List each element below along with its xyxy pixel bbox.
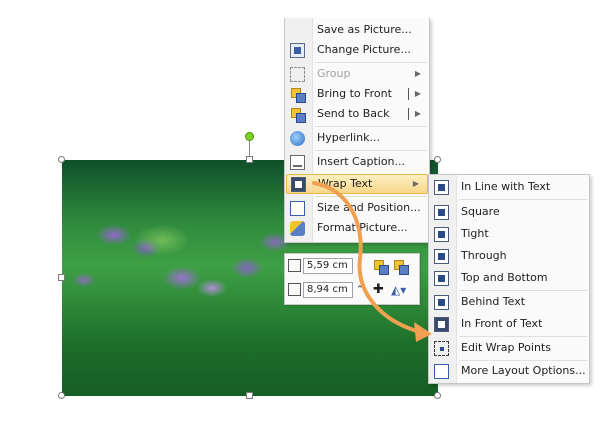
menu-item-size-and-position[interactable]: Size and Position...	[285, 198, 429, 218]
submenu-arrow-icon[interactable]: ▶	[415, 84, 421, 104]
submenu-item-behind-text[interactable]: Behind Text	[429, 292, 589, 312]
menu-item-label: In Front of Text	[461, 317, 543, 330]
layout-options-icon	[434, 364, 449, 379]
menu-item-bring-to-front[interactable]: Bring to Front ▶	[285, 84, 429, 104]
mini-toolbar: 5,59 cm ⌃ 8,94 cm ⌃ ✚ ◭▾	[284, 253, 420, 305]
submenu-item-tight[interactable]: Tight	[429, 224, 589, 244]
menu-item-change-picture[interactable]: Change Picture...	[285, 40, 429, 60]
context-menu: Save as Picture... Change Picture... Gro…	[284, 18, 430, 243]
wrap-text-submenu: In Line with Text Square Tight Through T…	[428, 174, 590, 384]
submenu-arrow-icon: ▶	[412, 179, 419, 188]
menu-item-label: Edit Wrap Points	[461, 341, 551, 354]
wrap-text-icon	[291, 177, 306, 192]
menu-item-label: Tight	[461, 227, 489, 240]
menu-separator	[459, 336, 587, 337]
caption-icon	[290, 155, 305, 170]
change-picture-icon	[290, 43, 305, 58]
menu-item-send-to-back[interactable]: Send to Back ▶	[285, 104, 429, 124]
menu-item-label: Through	[461, 249, 507, 262]
menu-item-label: Bring to Front	[317, 87, 392, 100]
height-spinner[interactable]: ⌃	[356, 258, 366, 274]
menu-item-label: Size and Position...	[317, 201, 421, 214]
shape-width-icon	[288, 283, 301, 296]
menu-separator	[315, 150, 427, 151]
menu-item-label: Behind Text	[461, 295, 526, 308]
menu-item-hyperlink[interactable]: Hyperlink...	[285, 128, 429, 148]
hyperlink-icon	[290, 131, 305, 146]
inline-wrap-icon	[434, 180, 449, 195]
menu-item-group: Group ▶	[285, 64, 429, 84]
shape-height-input[interactable]: 5,59 cm	[303, 258, 353, 274]
menu-item-label: Group	[317, 67, 351, 80]
send-backward-icon[interactable]	[393, 259, 409, 275]
submenu-item-in-line-with-text[interactable]: In Line with Text	[429, 177, 589, 197]
behind-text-icon	[434, 295, 449, 310]
menu-item-insert-caption[interactable]: Insert Caption...	[285, 152, 429, 172]
submenu-arrow-icon: ▶	[414, 69, 421, 78]
tight-wrap-icon	[434, 227, 449, 242]
menu-item-label: More Layout Options...	[461, 364, 586, 377]
group-icon	[290, 67, 305, 82]
split-divider	[408, 88, 409, 100]
in-front-of-text-icon	[434, 317, 449, 332]
top-bottom-wrap-icon	[434, 271, 449, 286]
submenu-item-in-front-of-text[interactable]: In Front of Text	[429, 314, 589, 334]
size-position-icon	[290, 201, 305, 216]
rotate-handle[interactable]	[245, 132, 254, 141]
menu-item-save-as-picture[interactable]: Save as Picture...	[285, 20, 429, 40]
format-picture-icon	[290, 221, 305, 236]
menu-item-label: Save as Picture...	[317, 23, 412, 36]
edit-wrap-points-icon	[434, 341, 449, 356]
menu-item-label: Change Picture...	[317, 43, 411, 56]
menu-separator	[315, 126, 427, 127]
menu-separator	[459, 290, 587, 291]
submenu-arrow-icon[interactable]: ▶	[415, 104, 421, 124]
bring-forward-icon[interactable]	[373, 259, 389, 275]
menu-item-label: Send to Back	[317, 107, 390, 120]
submenu-item-square[interactable]: Square	[429, 202, 589, 222]
submenu-item-edit-wrap-points[interactable]: Edit Wrap Points	[429, 338, 589, 358]
resize-handle-top-right[interactable]	[434, 156, 441, 163]
rotate-icon[interactable]: ◭▾	[391, 283, 406, 297]
menu-item-wrap-text[interactable]: Wrap Text ▶	[286, 174, 428, 194]
menu-item-format-picture[interactable]: Format Picture...	[285, 218, 429, 238]
resize-handle-bottom-right[interactable]	[434, 392, 441, 399]
resize-handle-top[interactable]	[246, 156, 253, 163]
shape-height-icon	[288, 259, 301, 272]
through-wrap-icon	[434, 249, 449, 264]
crop-icon[interactable]: ✚	[373, 283, 387, 297]
split-divider	[408, 108, 409, 120]
menu-item-label: Wrap Text	[318, 177, 373, 190]
resize-handle-bottom-left[interactable]	[58, 392, 65, 399]
menu-separator	[315, 196, 427, 197]
menu-separator	[315, 62, 427, 63]
submenu-item-top-and-bottom[interactable]: Top and Bottom	[429, 268, 589, 288]
menu-item-label: Format Picture...	[317, 221, 408, 234]
width-spinner[interactable]: ⌃	[356, 282, 366, 298]
menu-item-label: Hyperlink...	[317, 131, 380, 144]
menu-item-label: Insert Caption...	[317, 155, 406, 168]
menu-item-label: Square	[461, 205, 500, 218]
menu-separator	[459, 199, 587, 200]
menu-item-label: In Line with Text	[461, 180, 551, 193]
resize-handle-bottom[interactable]	[246, 392, 253, 399]
square-wrap-icon	[434, 205, 449, 220]
menu-item-label: Top and Bottom	[461, 271, 548, 284]
shape-width-input[interactable]: 8,94 cm	[303, 282, 353, 298]
bring-to-front-icon	[290, 87, 306, 103]
resize-handle-top-left[interactable]	[58, 156, 65, 163]
send-to-back-icon	[290, 107, 306, 123]
resize-handle-left[interactable]	[58, 274, 65, 281]
submenu-item-through[interactable]: Through	[429, 246, 589, 266]
submenu-item-more-layout-options[interactable]: More Layout Options...	[429, 361, 589, 381]
